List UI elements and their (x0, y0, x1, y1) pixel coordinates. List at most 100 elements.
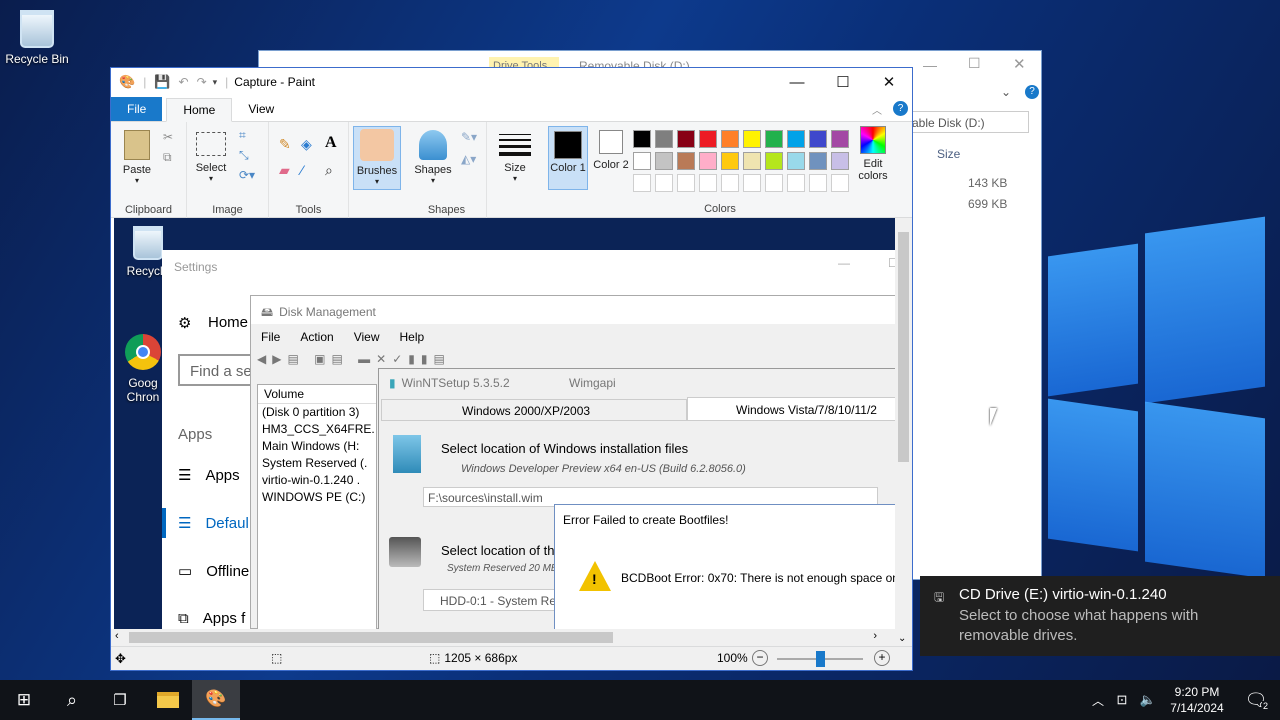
column-size[interactable]: Size (937, 147, 960, 161)
pencil-icon[interactable]: ✎ (279, 136, 291, 153)
color-swatch[interactable] (633, 130, 651, 148)
color-swatch[interactable] (677, 130, 695, 148)
collapse-ribbon-icon[interactable]: ︿ (872, 102, 882, 117)
cut-icon[interactable]: ✂ (163, 130, 173, 144)
brushes-button[interactable]: Brushes ▾ (353, 126, 401, 190)
custom-color-slot[interactable] (809, 174, 827, 192)
show-hidden-icons[interactable]: ︿ (1086, 680, 1110, 720)
scroll-left-icon[interactable]: ‹ (115, 630, 119, 642)
vertical-scrollbar[interactable]: ⌄ (895, 218, 912, 646)
minimize-icon[interactable]: — (923, 57, 937, 73)
zoom-in-button[interactable]: + (874, 650, 890, 666)
copy-icon[interactable]: ⧉ (163, 150, 172, 165)
chevron-down-icon[interactable]: ⌄ (1001, 85, 1011, 99)
maximize-icon[interactable]: ☐ (968, 55, 981, 72)
rotate-icon[interactable]: ⟳▾ (239, 168, 255, 182)
color-swatch[interactable] (721, 130, 739, 148)
save-icon[interactable]: 💾 (154, 74, 170, 90)
help-icon[interactable]: ? (1025, 85, 1039, 99)
color-swatch[interactable] (765, 152, 783, 170)
custom-color-slot[interactable] (765, 174, 783, 192)
address-bar[interactable]: able Disk (D:) (907, 111, 1029, 133)
magnifier-icon[interactable]: ⌕ (325, 162, 333, 179)
wallpaper-pane (1145, 216, 1265, 404)
color-swatch[interactable] (721, 152, 739, 170)
settings-title: Settings (174, 260, 218, 274)
color-swatch[interactable] (787, 152, 805, 170)
maximize-button[interactable]: ☐ (820, 68, 866, 96)
resize-icon[interactable]: ⤡ (239, 148, 249, 163)
color-swatch[interactable] (699, 130, 717, 148)
taskbar-paint[interactable]: 🎨 (192, 680, 240, 720)
color-swatch[interactable] (655, 130, 673, 148)
tab-view[interactable]: View (232, 97, 290, 121)
settings-item: ☰ Apps (178, 467, 240, 484)
color-swatch[interactable] (809, 130, 827, 148)
color-swatch[interactable] (677, 152, 695, 170)
fill-shape-icon[interactable]: ◭▾ (461, 152, 476, 166)
custom-color-slot[interactable] (699, 174, 717, 192)
color-swatch[interactable] (831, 152, 849, 170)
scroll-down-icon[interactable]: ⌄ (898, 633, 906, 644)
color-swatch[interactable] (633, 152, 651, 170)
action-center-button[interactable]: 🗨 2 (1232, 680, 1280, 720)
fill-icon[interactable]: ◈ (301, 136, 312, 153)
tab-file[interactable]: File (111, 97, 163, 121)
custom-color-slot[interactable] (721, 174, 739, 192)
color-swatch[interactable] (743, 130, 761, 148)
help-icon[interactable]: ? (893, 101, 908, 116)
zoom-slider-thumb[interactable] (816, 651, 825, 667)
color-swatch[interactable] (765, 130, 783, 148)
shapes-button[interactable]: Shapes ▾ (411, 130, 455, 185)
color-swatch[interactable] (831, 130, 849, 148)
desktop-icon-recycle-bin[interactable]: Recycle Bin (2, 10, 72, 66)
color-swatch[interactable] (787, 130, 805, 148)
tab-home[interactable]: Home (166, 98, 233, 122)
color-swatch[interactable] (655, 152, 673, 170)
close-button[interactable]: ✕ (866, 68, 912, 96)
search-button[interactable]: ⌕ (48, 680, 96, 720)
color2-button[interactable]: Color 2 (591, 130, 631, 171)
redo-icon[interactable]: ↷ (197, 75, 207, 89)
color1-button[interactable]: Color 1 (548, 126, 588, 190)
network-icon[interactable]: ⊡ (1110, 680, 1134, 720)
custom-color-slot[interactable] (655, 174, 673, 192)
paint-canvas[interactable]: Recycle Goog Chron Settings — ☐ ⚙ Home F… (114, 218, 898, 629)
color-swatch[interactable] (743, 152, 761, 170)
paste-button[interactable]: Paste ▾ (117, 130, 157, 185)
close-icon[interactable]: ✕ (1013, 55, 1026, 73)
scroll-right-icon[interactable]: › (873, 630, 877, 642)
text-icon[interactable]: A (325, 134, 337, 152)
outline-icon[interactable]: ✎▾ (461, 130, 477, 144)
color-swatch[interactable] (699, 152, 717, 170)
zoom-out-button[interactable]: − (752, 650, 768, 666)
paint-window[interactable]: 🎨 | 💾 ↶ ↷ ▾ | Capture - Paint — ☐ ✕ File… (110, 67, 913, 671)
dm-menu: File Action View Help (261, 330, 425, 344)
horizontal-scrollbar[interactable]: ‹ › (111, 629, 897, 646)
custom-color-slot[interactable] (633, 174, 651, 192)
crop-icon[interactable]: ⌗ (239, 128, 246, 143)
color-picker-icon[interactable]: ⁄ (301, 162, 303, 178)
minimize-button[interactable]: — (774, 68, 820, 96)
notification-toast[interactable]: 🖫 CD Drive (E:) virtio-win-0.1.240 Selec… (920, 576, 1280, 656)
undo-icon[interactable]: ↶ (179, 75, 189, 89)
scroll-thumb[interactable] (898, 232, 909, 462)
color-swatch[interactable] (809, 152, 827, 170)
notification-count: 2 (1261, 701, 1269, 711)
select-button[interactable]: Select ▾ (193, 132, 229, 183)
start-button[interactable]: ⊞ (0, 680, 48, 720)
custom-color-slot[interactable] (743, 174, 761, 192)
task-view-button[interactable]: ❐ (96, 680, 144, 720)
taskbar-file-explorer[interactable] (144, 680, 192, 720)
custom-color-slot[interactable] (677, 174, 695, 192)
custom-color-slot[interactable] (831, 174, 849, 192)
folder-icon (157, 692, 179, 708)
quick-access-dropdown-icon[interactable]: ▾ (213, 77, 218, 88)
volume-icon[interactable]: 🔈 (1134, 680, 1162, 720)
edit-colors-button[interactable]: Edit colors (851, 126, 895, 182)
custom-color-slot[interactable] (787, 174, 805, 192)
eraser-icon[interactable]: ▰ (279, 162, 290, 179)
clock[interactable]: 9:20 PM 7/14/2024 (1162, 684, 1232, 716)
scroll-thumb[interactable] (129, 632, 613, 643)
size-button[interactable]: Size ▾ (495, 130, 535, 183)
